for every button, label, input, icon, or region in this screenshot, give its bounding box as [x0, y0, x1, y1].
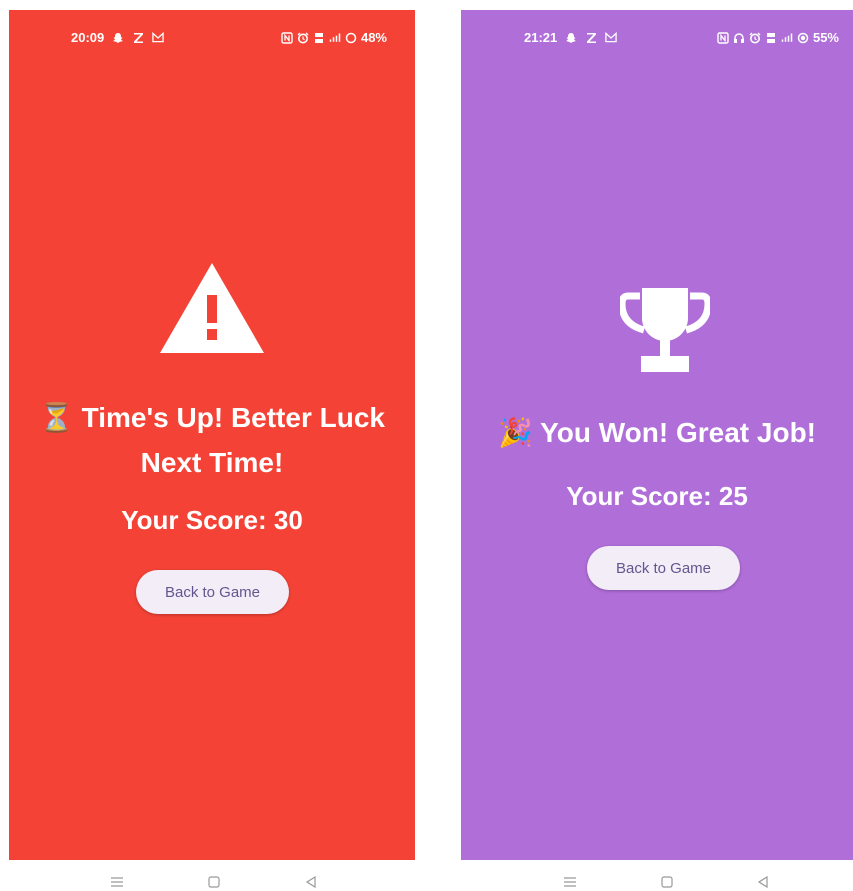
party-popper-icon: 🎉	[498, 417, 533, 448]
back-to-game-button[interactable]: Back to Game	[136, 570, 289, 614]
gmail-icon	[605, 31, 617, 45]
game-over-screen-lose: 20:09 48% ⏳ Time's Up! Better Luck Next …	[9, 10, 415, 860]
volte-icon	[313, 31, 325, 45]
battery-ring-icon	[797, 31, 809, 45]
score-text: Your Score: 30	[121, 505, 303, 535]
result-message-text: You Won! Great Job!	[540, 417, 816, 448]
alarm-icon	[749, 31, 761, 45]
result-message: 🎉 You Won! Great Job!	[461, 413, 853, 453]
navigation-bar-right	[430, 872, 853, 891]
signal-icon	[329, 31, 341, 45]
signal-icon	[781, 31, 793, 45]
back-icon[interactable]	[752, 872, 774, 891]
status-time: 20:09	[71, 30, 105, 45]
nfc-icon	[717, 31, 729, 45]
status-bar: 21:21 55%	[461, 30, 853, 48]
back-to-game-button[interactable]: Back to Game	[587, 546, 740, 590]
score-text: Your Score: 25	[566, 481, 748, 511]
result-message-text: Time's Up! Better Luck Next Time!	[81, 402, 385, 478]
home-icon[interactable]	[203, 872, 225, 891]
trophy-icon	[620, 288, 710, 372]
back-icon[interactable]	[300, 872, 322, 891]
hourglass-icon: ⏳	[39, 402, 74, 433]
battery-percent: 48%	[360, 30, 387, 45]
z-app-icon	[132, 31, 144, 45]
warning-triangle-icon	[160, 263, 264, 353]
headphones-icon	[733, 31, 745, 45]
z-app-icon	[585, 31, 597, 45]
status-time: 21:21	[524, 30, 558, 45]
menu-icon[interactable]	[559, 872, 581, 891]
snapchat-icon	[112, 31, 124, 45]
battery-ring-icon	[345, 31, 357, 45]
battery-percent: 55%	[812, 30, 839, 45]
result-message: ⏳ Time's Up! Better Luck Next Time!	[9, 395, 415, 485]
alarm-icon	[297, 31, 309, 45]
nfc-icon	[281, 31, 293, 45]
status-bar: 20:09 48%	[9, 30, 415, 48]
gmail-icon	[152, 31, 164, 45]
home-icon[interactable]	[656, 872, 678, 891]
snapchat-icon	[565, 31, 577, 45]
navigation-bar-left	[0, 872, 430, 891]
menu-icon[interactable]	[106, 872, 128, 891]
volte-icon	[765, 31, 777, 45]
game-over-screen-win: 21:21 55% 🎉 You Won! Great Job! Your Sco…	[461, 10, 853, 860]
